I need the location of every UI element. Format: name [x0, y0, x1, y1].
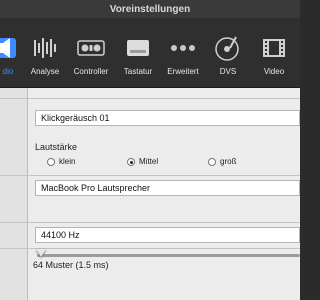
volume-option-label: groß — [220, 157, 237, 166]
volume-label: Lautstärke — [35, 142, 78, 152]
divider — [0, 222, 300, 223]
volume-radio-klein[interactable]: klein — [47, 157, 75, 166]
label-column — [0, 88, 28, 300]
radio-button[interactable] — [47, 157, 55, 166]
tab-erweitert-label: Erweitert — [167, 67, 199, 76]
tab-erweitert[interactable]: Erweitert — [162, 18, 204, 88]
volume-radio-mittel[interactable]: Mittel — [127, 157, 158, 166]
tab-controller-label: Controller — [73, 67, 109, 76]
controller-icon — [77, 34, 105, 62]
tab-tastatur[interactable]: Tastatur — [118, 18, 158, 88]
radio-button[interactable] — [208, 157, 216, 166]
radio-button[interactable] — [127, 157, 135, 166]
tab-video[interactable]: Video — [254, 18, 294, 88]
more-icon — [169, 34, 197, 62]
click-sound-select[interactable]: Klickgeräusch 01 — [35, 110, 300, 126]
preferences-toolbar: dio Analyse Controller Tastatur Erweiter… — [0, 18, 300, 88]
divider — [0, 175, 300, 176]
tab-audio[interactable]: dio — [0, 18, 28, 88]
waveform-icon — [31, 34, 59, 62]
sample-rate-select[interactable]: 44100 Hz — [35, 227, 300, 243]
speaker-icon — [0, 34, 22, 62]
tab-tastatur-label: Tastatur — [123, 67, 153, 76]
slider-knob[interactable] — [36, 249, 46, 257]
divider — [0, 98, 300, 99]
keyboard-icon — [124, 34, 152, 62]
film-icon — [260, 34, 288, 62]
tab-analyse[interactable]: Analyse — [27, 18, 63, 88]
buffer-size-label: 64 Muster (1.5 ms) — [33, 260, 109, 270]
volume-option-label: klein — [59, 157, 76, 166]
tab-audio-label: dio — [2, 67, 14, 76]
tab-dvs-label: DVS — [219, 67, 237, 76]
tab-controller[interactable]: Controller — [69, 18, 113, 88]
output-device-select[interactable]: MacBook Pro Lautsprecher — [35, 180, 300, 196]
buffer-size-slider[interactable] — [37, 254, 300, 257]
tab-dvs[interactable]: DVS — [210, 18, 246, 88]
volume-radio-gross[interactable]: groß — [208, 157, 236, 166]
tab-video-label: Video — [263, 67, 285, 76]
turntable-icon — [214, 34, 242, 62]
window-title: Voreinstellungen — [0, 0, 300, 18]
volume-option-label: Mittel — [139, 157, 159, 166]
tab-analyse-label: Analyse — [30, 67, 60, 76]
audio-settings-panel: Klickgeräusch 01 Lautstärke klein Mittel… — [0, 88, 300, 300]
